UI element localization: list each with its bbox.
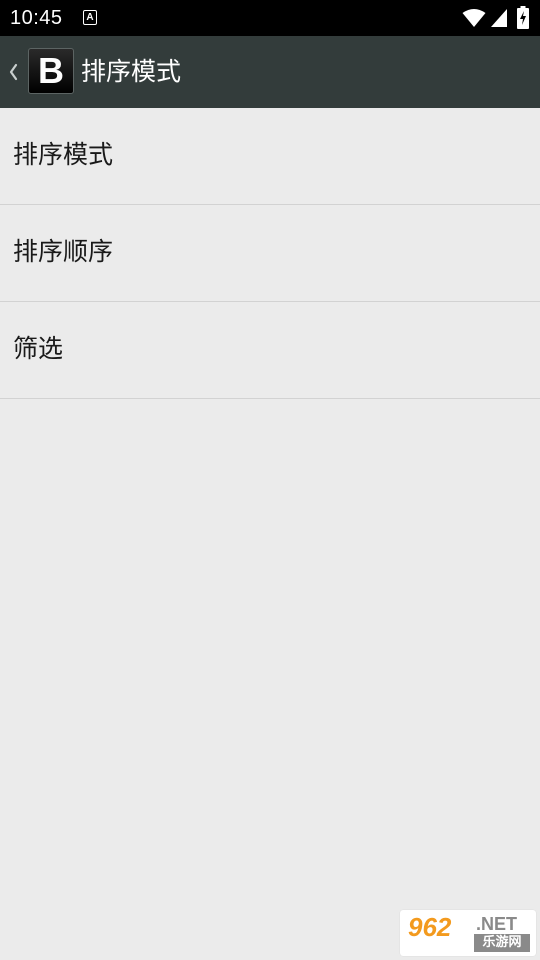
list-item-label: 排序顺序: [13, 237, 114, 266]
list-item-filter[interactable]: 筛选: [0, 302, 540, 399]
status-bar: 10:45 A: [0, 0, 540, 36]
notification-a-icon: A: [83, 10, 97, 25]
screen: 10:45 A B 排序模式 排序模式 排序顺序 筛选 962 .NET 乐游网: [0, 0, 540, 960]
page-title: 排序模式: [81, 57, 182, 86]
battery-charging-icon: [517, 6, 529, 29]
wifi-icon: [462, 9, 486, 27]
list-item-label: 排序模式: [13, 140, 114, 169]
list-item-sort-order[interactable]: 排序顺序: [0, 205, 540, 302]
app-logo[interactable]: B: [28, 48, 74, 94]
list-item-sort-mode[interactable]: 排序模式: [0, 108, 540, 205]
cell-signal-icon: [491, 9, 507, 27]
list-item-label: 筛选: [13, 334, 64, 363]
app-logo-letter: B: [38, 50, 64, 91]
watermark-logo: 962 .NET 乐游网: [400, 910, 536, 956]
action-bar: B 排序模式: [0, 36, 540, 108]
settings-list: 排序模式 排序顺序 筛选: [0, 108, 540, 399]
watermark-cn: 乐游网: [474, 934, 530, 952]
back-chevron-icon[interactable]: [6, 60, 20, 84]
watermark-net: .NET: [476, 914, 518, 934]
watermark-brand: 962: [408, 912, 452, 942]
status-time: 10:45: [10, 7, 63, 29]
